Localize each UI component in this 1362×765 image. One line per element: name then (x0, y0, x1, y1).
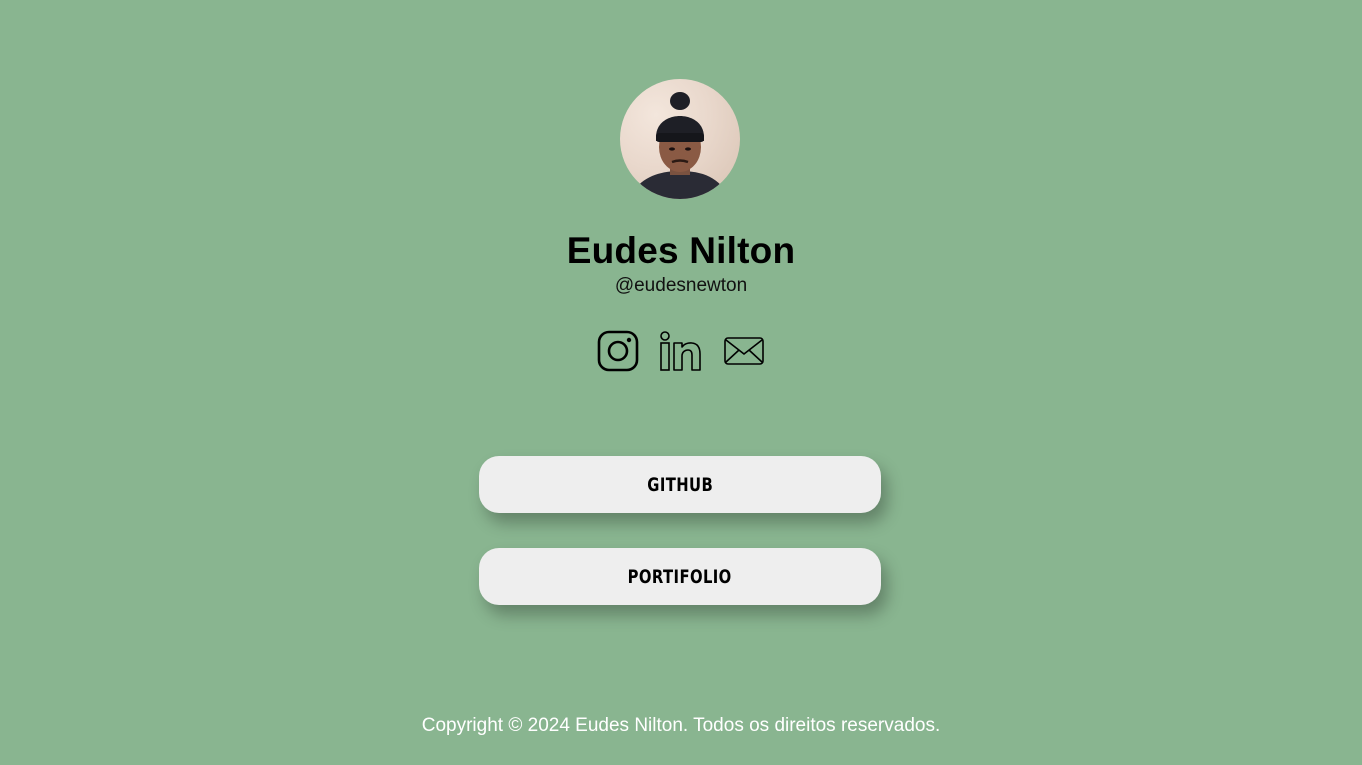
instagram-icon (597, 330, 639, 372)
github-button[interactable]: GITHUB (479, 456, 881, 513)
footer-copyright: Copyright © 2024 Eudes Nilton. Todos os … (421, 715, 941, 736)
github-button-label: GITHUB (647, 473, 713, 496)
profile-handle: @eudesnewton (614, 275, 748, 296)
portfolio-button-label: PORTIFOLIO (627, 565, 733, 588)
linkedin-link[interactable] (658, 329, 702, 373)
instagram-link[interactable] (596, 329, 640, 373)
social-links (596, 329, 766, 373)
linkedin-icon (660, 331, 701, 371)
email-link[interactable] (722, 329, 766, 373)
mail-icon (724, 337, 764, 365)
page: Eudes Nilton @eudesnewton GITHUB PORTIFO… (0, 0, 1362, 765)
avatar (620, 79, 740, 199)
profile-name: Eudes Nilton (566, 230, 796, 271)
portfolio-button[interactable]: PORTIFOLIO (479, 548, 881, 605)
